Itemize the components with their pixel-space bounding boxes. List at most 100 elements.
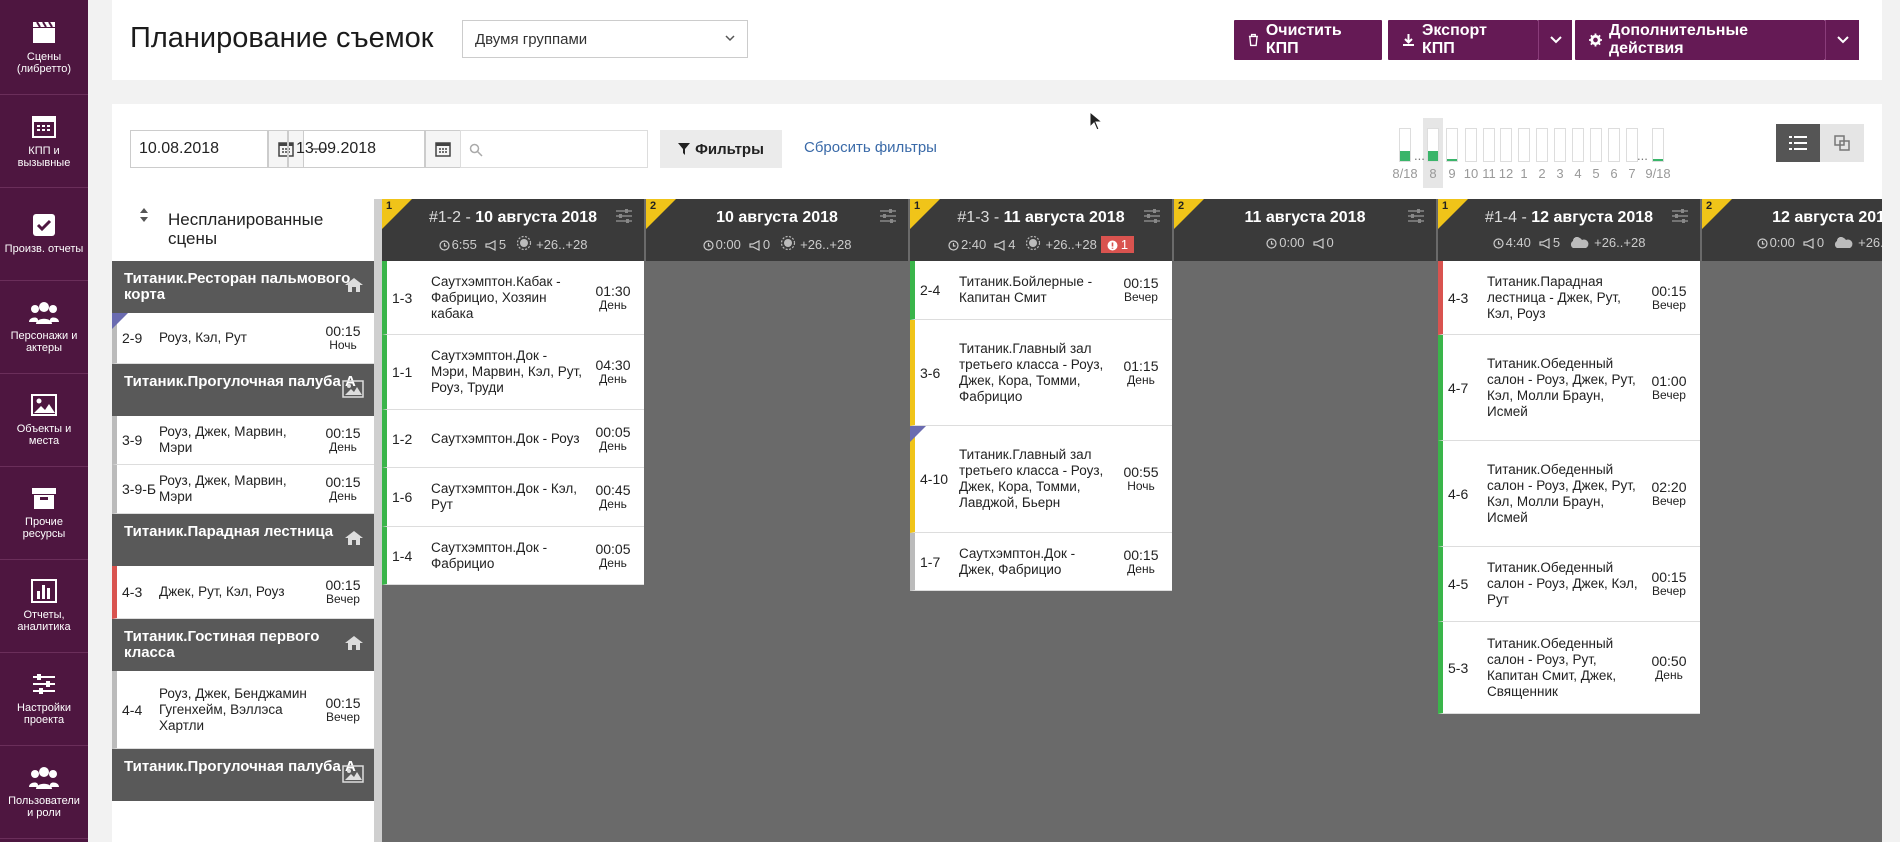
- scene-period: День: [329, 440, 357, 454]
- scene-description: Титаник.Парадная лестница - Джек, Рут, К…: [1487, 273, 1621, 321]
- sidebar-item-users[interactable]: Пользователи и роли: [0, 746, 88, 839]
- scheduled-scene-card[interactable]: 1-3 Саутхэмптон.Кабак - Фабрицио, Хозяин …: [382, 261, 644, 335]
- export-schedule-button[interactable]: Экспорт КПП: [1388, 20, 1538, 60]
- scheduled-scene-card[interactable]: 1-2 Саутхэмптон.Док - Роуз 00:05 День: [382, 410, 644, 468]
- scene-time: 04:30: [595, 357, 631, 373]
- date-to-calendar-button[interactable]: [425, 130, 461, 168]
- warning-badge[interactable]: 1: [1100, 236, 1135, 253]
- sidebar-item-schedules[interactable]: КПП и вызывные: [0, 95, 88, 188]
- scheduled-scene-card[interactable]: 1-1 Саутхэмптон.Док - Мэри, Марвин, Кэл, …: [382, 335, 644, 410]
- scene-description: Титаник.Обеденный салон - Роуз, Джек, Кэ…: [1487, 560, 1638, 607]
- sidebar-item-reports[interactable]: Произв. отчеты: [0, 188, 88, 281]
- scene-number: 1-6: [392, 489, 413, 505]
- sidebar-item-characters[interactable]: Персонажи и актеры: [0, 281, 88, 374]
- split-view-button[interactable]: [1820, 124, 1864, 162]
- location-group-header[interactable]: Титаник.Гостиная первого класса: [112, 619, 374, 671]
- scene-duration: 00:15 Вечер: [1638, 284, 1700, 312]
- panel-resize-handle[interactable]: [374, 199, 382, 842]
- date-to-value: 13.09.2018: [296, 140, 377, 157]
- megaphone-icon: [994, 240, 1005, 251]
- warning-count: 1: [1120, 237, 1129, 252]
- filters-button[interactable]: Фильтры: [660, 130, 782, 168]
- more-actions-button[interactable]: Дополнительные действия: [1575, 20, 1825, 60]
- megaphone-icon: [1312, 238, 1324, 249]
- scheduled-scene-card[interactable]: 3-6 Титаник.Главный зал третьего класса -…: [910, 320, 1172, 426]
- unscheduled-scene-card[interactable]: 2-9 Роуз, Кэл, Рут 00:15 Ночь: [112, 313, 374, 364]
- sort-icon[interactable]: [139, 207, 149, 223]
- location-group-header[interactable]: Титаник.Парадная лестница: [112, 514, 374, 566]
- day-info: 0:00 0: [1174, 235, 1436, 250]
- day-header[interactable]: 2 10 августа 2018 0:00 0 +26..+28: [646, 199, 908, 261]
- sidebar-item-resources[interactable]: Прочие ресурсы: [0, 467, 88, 560]
- clapperboard-icon: [33, 21, 55, 43]
- scene-description: Роуз, Джек, Бенджамин Гугенхейм, Вэллэса…: [159, 685, 307, 733]
- tune-icon[interactable]: [1672, 209, 1688, 223]
- sidebar-item-label: Отчеты, аналитика: [17, 609, 71, 633]
- unscheduled-scene-card[interactable]: 4-3 Джек, Рут, Кэл, Роуз 00:15 Вечер: [112, 566, 374, 619]
- sidebar-item-label: Произв. отчеты: [4, 243, 84, 255]
- day-header[interactable]: 212 августа 20180:000+26..+28: [1702, 199, 1882, 261]
- end-date-input[interactable]: 13.09.2018: [287, 130, 425, 168]
- day-header[interactable]: 1 #1-3 - 11 августа 2018 2:40 4 +26..+28 1: [910, 199, 1172, 261]
- scheduled-scene-card[interactable]: 4-6 Титаник.Обеденный салон - Роуз, Джек,…: [1438, 441, 1700, 547]
- list-view-button[interactable]: [1776, 124, 1820, 162]
- scheduled-scene-card[interactable]: 4-3 Титаник.Парадная лестница - Джек, Рут…: [1438, 261, 1700, 335]
- sidebar-item-label: КПП и вызывные: [17, 145, 71, 169]
- sidebar-item-analytics[interactable]: Отчеты, аналитика: [0, 560, 88, 653]
- day-strip-item[interactable]: 8/18: [1392, 118, 1418, 188]
- location-name: Титаник.Прогулочная палуба А: [124, 758, 356, 775]
- tune-icon[interactable]: [1408, 209, 1424, 223]
- unscheduled-scene-card[interactable]: 3-9-Б Роуз, Джек, Марвин, Мэри 00:15 День: [112, 465, 374, 514]
- scheduled-scene-card[interactable]: 4-7 Титаник.Обеденный салон - Роуз, Джек,…: [1438, 335, 1700, 441]
- sidebar-item-label: Настройки проекта: [17, 702, 71, 726]
- day-scene-count: 0: [1326, 235, 1334, 250]
- view-mode-select[interactable]: Двумя группами: [462, 20, 748, 58]
- day-header[interactable]: 1 #1-4 - 12 августа 2018 4:40 5 +26..+28: [1438, 199, 1700, 261]
- scheduled-scene-card[interactable]: 1-4 Саутхэмптон.Док - Фабрицио 00:05 День: [382, 527, 644, 585]
- scene-description: Саутхэмптон.Кабак - Фабрицио, Хозяин каб…: [431, 273, 561, 321]
- sidebar-item-scenes[interactable]: Сцены (либретто): [0, 0, 88, 95]
- location-group-header[interactable]: Титаник.Ресторан пальмового корта: [112, 261, 374, 313]
- sidebar-item-label: Сцены (либретто): [16, 51, 72, 75]
- sidebar-item-settings[interactable]: Настройки проекта: [0, 653, 88, 746]
- day-temperature: +26..+28: [1045, 237, 1097, 252]
- scene-period: День: [329, 489, 357, 503]
- unscheduled-scene-card[interactable]: 3-9 Роуз, Джек, Марвин, Мэри 00:15 День: [112, 416, 374, 465]
- scheduled-scene-card[interactable]: 4-5 Титаник.Обеденный салон - Роуз, Джек,…: [1438, 547, 1700, 622]
- scheduled-scene-card[interactable]: 1-6 Саутхэмптон.Док - Кэл, Рут 00:45 День: [382, 468, 644, 527]
- tune-icon[interactable]: [880, 209, 896, 223]
- scene-number: 4-5: [1448, 576, 1469, 592]
- reset-filters-link[interactable]: Сбросить фильтры: [804, 139, 937, 156]
- location-group-header[interactable]: Титаник.Прогулочная палуба А: [112, 749, 374, 801]
- calendar-icon: [32, 116, 56, 138]
- search-input[interactable]: [460, 130, 648, 168]
- people-icon: [29, 302, 59, 324]
- cloud-icon: [1835, 237, 1853, 248]
- location-type-icon: [342, 380, 364, 402]
- bar-chart-icon: [31, 579, 57, 603]
- scheduled-scene-card[interactable]: 5-3 Титаник.Обеденный салон - Роуз, Рут, …: [1438, 622, 1700, 714]
- calendar-icon: [435, 142, 451, 157]
- scene-duration: 00:55 Ночь: [1110, 465, 1172, 493]
- export-dropdown-toggle[interactable]: [1538, 20, 1572, 60]
- image-icon: [342, 765, 364, 783]
- day-header[interactable]: 2 11 августа 2018 0:00 0: [1174, 199, 1436, 261]
- day-code: #1-2 -: [428, 209, 476, 226]
- day-strip-item[interactable]: 9/18: [1645, 118, 1671, 188]
- day-date: 11 августа 2018: [1244, 209, 1366, 226]
- scheduled-scene-card[interactable]: 2-4 Титаник.Бойлерные - Капитан Смит 00:15…: [910, 261, 1172, 320]
- tune-icon[interactable]: [616, 209, 632, 223]
- clear-schedule-button[interactable]: Очистить КПП: [1234, 20, 1382, 60]
- tune-icon[interactable]: [1144, 209, 1160, 223]
- day-duration: 0:00: [715, 237, 741, 252]
- scheduled-scene-card[interactable]: 4-10 Титаник.Главный зал третьего класса …: [910, 426, 1172, 533]
- more-actions-dropdown-toggle[interactable]: [1825, 20, 1859, 60]
- date-from-input[interactable]: 10.08.2018: [130, 130, 268, 168]
- sidebar-item-objects[interactable]: Объекты и места: [0, 374, 88, 467]
- location-group-header[interactable]: Титаник.Прогулочная палуба А: [112, 364, 374, 416]
- sun-icon: [1026, 235, 1041, 251]
- scene-number: 1-1: [392, 364, 413, 380]
- day-header[interactable]: 1 #1-2 - 10 августа 2018 6:55 5 +26..+28: [382, 199, 644, 261]
- scheduled-scene-card[interactable]: 1-7 Саутхэмптон.Док - Джек, Фабрицио 00:15…: [910, 533, 1172, 591]
- unscheduled-scene-card[interactable]: 4-4 Роуз, Джек, Бенджамин Гугенхейм, Вэлл…: [112, 671, 374, 749]
